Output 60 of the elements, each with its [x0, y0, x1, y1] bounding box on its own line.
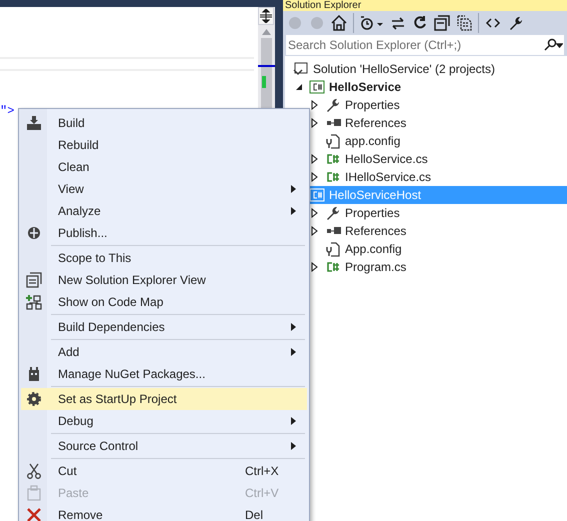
change-mark	[262, 76, 266, 88]
delete-icon	[26, 508, 42, 521]
references-icon	[327, 119, 341, 126]
project-icon	[310, 188, 324, 202]
project-icon	[310, 80, 324, 94]
solution-icon	[293, 62, 308, 76]
gear-icon	[27, 392, 41, 406]
wrench-icon	[327, 98, 339, 112]
clipboard-icon	[27, 485, 41, 501]
panel-title: Solution Explorer	[285, 0, 362, 11]
scroll-up-icon	[262, 29, 271, 35]
config-file-icon	[326, 242, 340, 257]
menu-item[interactable]: Build Dependencies	[21, 316, 307, 338]
collapsed-arrow-icon[interactable]	[312, 226, 318, 236]
collapsed-arrow-icon[interactable]	[312, 208, 318, 218]
split-button[interactable]	[258, 7, 274, 25]
menu-item[interactable]: Add	[21, 341, 307, 363]
caret-position-mark	[258, 65, 275, 67]
code-file-icon	[327, 154, 340, 164]
tree-item[interactable]: Solution 'HelloService' (2 projects)	[285, 60, 567, 78]
sync-icon[interactable]	[391, 16, 405, 30]
menu-item[interactable]: Show on Code Map	[21, 291, 307, 313]
collapsed-arrow-icon[interactable]	[312, 118, 318, 128]
menu-item[interactable]: Debug	[21, 410, 307, 432]
wrench-icon	[327, 206, 339, 220]
window-icon	[26, 272, 42, 288]
collapsed-arrow-icon[interactable]	[312, 100, 318, 110]
references-icon	[327, 227, 341, 234]
code-file-icon	[327, 262, 340, 272]
tree-item[interactable]: Properties	[285, 96, 567, 114]
collapsed-arrow-icon[interactable]	[312, 262, 318, 272]
scissors-icon	[27, 463, 41, 479]
expanded-arrow-icon[interactable]	[296, 84, 302, 90]
search-icon[interactable]	[544, 38, 563, 51]
collapse-icon[interactable]	[434, 14, 450, 30]
package-icon	[29, 367, 39, 381]
code-text: ">	[0, 104, 14, 118]
code-map-icon	[26, 294, 42, 310]
code-file-icon	[327, 172, 340, 182]
history-icon[interactable]	[360, 16, 383, 30]
collapsed-arrow-icon[interactable]	[312, 154, 318, 164]
code-view-icon[interactable]	[486, 18, 500, 28]
refresh-icon[interactable]	[414, 14, 426, 28]
tree-item[interactable]: HelloService	[285, 78, 567, 96]
menu-item[interactable]: Set as StartUp Project	[21, 388, 307, 410]
files-icon[interactable]	[457, 14, 472, 30]
config-file-icon	[326, 134, 340, 149]
menu-item[interactable]: Manage NuGet Packages...	[21, 363, 307, 385]
search-field[interactable]: Search Solution Explorer (Ctrl+;)	[285, 34, 565, 56]
collapsed-arrow-icon[interactable]	[312, 172, 318, 182]
shortcut-text: Del	[245, 507, 264, 521]
shortcut-text: Ctrl+V	[245, 485, 280, 502]
menu-item[interactable]: Source Control	[21, 435, 307, 457]
wrench-icon[interactable]	[510, 16, 522, 30]
split-icon	[260, 9, 272, 23]
menu-item[interactable]: Cut Ctrl+X	[21, 460, 307, 482]
menu-item[interactable]: Remove Del	[21, 504, 307, 521]
shortcut-text: Ctrl+X	[245, 463, 280, 480]
build-icon	[27, 116, 41, 130]
home-icon[interactable]	[331, 14, 347, 30]
